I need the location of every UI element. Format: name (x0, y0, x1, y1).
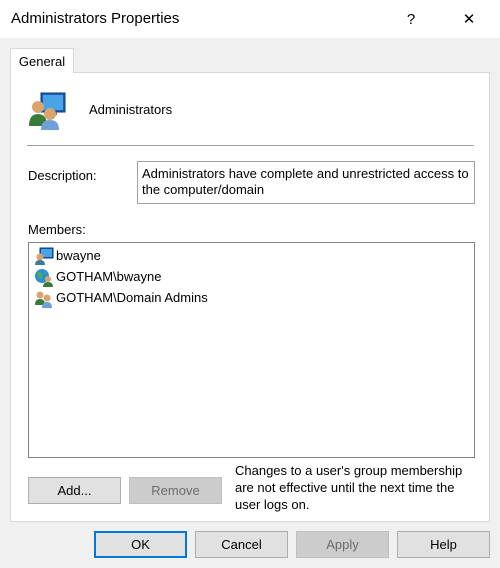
domain-group-icon (35, 291, 52, 308)
group-name: Administrators (89, 102, 173, 117)
tab-general[interactable]: General (10, 48, 74, 73)
list-item[interactable]: GOTHAM\bwayne (34, 266, 161, 287)
add-button[interactable]: Add... (28, 477, 121, 504)
group-icon (27, 90, 67, 130)
members-list[interactable]: bwayne GOTHAM\bwayne GOTHAM\Domain Admin… (28, 242, 475, 458)
local-user-icon (35, 247, 54, 265)
divider (27, 145, 474, 146)
description-field[interactable]: Administrators have complete and unrestr… (137, 161, 475, 204)
close-icon[interactable]: ✕ (446, 0, 492, 38)
list-item[interactable]: bwayne (34, 245, 101, 266)
help-button[interactable]: Help (397, 531, 490, 558)
window-title: Administrators Properties (11, 10, 180, 27)
help-icon[interactable]: ? (388, 0, 434, 38)
list-item[interactable]: GOTHAM\Domain Admins (34, 287, 208, 308)
general-panel: Administrators Description: Administrato… (10, 72, 490, 522)
membership-note: Changes to a user's group membership are… (235, 463, 463, 512)
remove-button[interactable]: Remove (129, 477, 222, 504)
description-label: Description: (28, 168, 97, 183)
domain-user-icon (35, 268, 53, 287)
member-name: GOTHAM\bwayne (56, 269, 162, 284)
member-name: bwayne (56, 248, 101, 263)
apply-button[interactable]: Apply (296, 531, 389, 558)
ok-button[interactable]: OK (94, 531, 187, 558)
members-label: Members: (28, 222, 86, 237)
member-name: GOTHAM\Domain Admins (56, 290, 208, 305)
title-bar: Administrators Properties ? ✕ (0, 0, 500, 38)
cancel-button[interactable]: Cancel (195, 531, 288, 558)
